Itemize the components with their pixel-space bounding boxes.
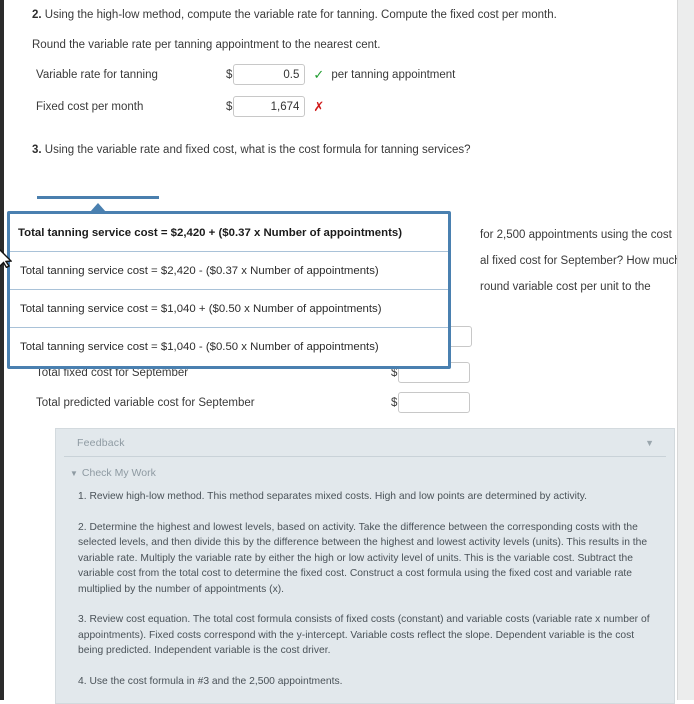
fixed-cost-currency: $ <box>226 100 233 113</box>
question-3-number: 3. <box>32 144 42 156</box>
fixed-cost-label: Fixed cost per month <box>36 100 144 113</box>
feedback-paragraph-1: 1. Review high-low method. This method s… <box>78 491 587 502</box>
question-2-line-2: Round the variable rate per tanning appo… <box>32 39 381 51</box>
formula-option-2[interactable]: Total tanning service cost = $2,420 - ($… <box>10 252 448 290</box>
total-predicted-variable-cost-september-row: Total predicted variable cost for Septem… <box>36 392 471 413</box>
chevron-down-icon[interactable]: ▼ <box>645 438 654 448</box>
feedback-title: Feedback <box>77 437 125 449</box>
total-predicted-variable-cost-september-input[interactable] <box>398 392 471 413</box>
feedback-paragraph-2: 2. Determine the highest and lowest leve… <box>78 521 648 595</box>
formula-option-3[interactable]: Total tanning service cost = $1,040 + ($… <box>10 290 448 328</box>
question-2-block: 2. Using the high-low method, compute th… <box>32 4 657 56</box>
question-2-number: 2. <box>32 9 42 21</box>
fixed-cost-incorrect-icon: ✗ <box>313 98 325 114</box>
formula-select-collapsed-bar[interactable] <box>37 196 159 199</box>
question-2-text-line-1: Using the high-low method, compute the v… <box>44 9 557 21</box>
formula-select-dropdown[interactable]: Total tanning service cost = $2,420 + ($… <box>7 211 451 369</box>
question-3-text: Using the variable rate and fixed cost, … <box>44 144 471 156</box>
variable-rate-currency: $ <box>226 68 233 81</box>
variable-rate-label: Variable rate for tanning <box>36 68 158 81</box>
feedback-header[interactable]: Feedback ▼ <box>64 429 666 457</box>
variable-rate-correct-icon: ✓ <box>313 66 325 82</box>
question-2-line-1: 2. Using the high-low method, compute th… <box>32 4 657 26</box>
variable-rate-suffix: per tanning appointment <box>331 68 456 81</box>
formula-option-1[interactable]: Total tanning service cost = $2,420 + ($… <box>10 214 448 252</box>
total-predicted-variable-cost-september-currency: $ <box>391 396 398 409</box>
feedback-panel: Feedback ▼ ▼ Check My Work 1. Review high… <box>55 428 675 704</box>
total-predicted-variable-cost-september-label: Total predicted variable cost for Septem… <box>36 396 255 409</box>
triangle-down-icon: ▼ <box>70 469 78 478</box>
formula-option-4[interactable]: Total tanning service cost = $1,040 - ($… <box>10 328 448 366</box>
assignment-page: 2. Using the high-low method, compute th… <box>0 0 677 704</box>
mouse-cursor-icon <box>0 249 12 268</box>
fixed-cost-row: Fixed cost per month $ ✗ <box>36 96 324 117</box>
check-my-work-label: Check My Work <box>81 467 156 479</box>
feedback-paragraph-4: 4. Use the cost formula in #3 and the 2,… <box>78 675 343 687</box>
question-3-block: 3. Using the variable rate and fixed cos… <box>32 139 657 161</box>
check-my-work-toggle[interactable]: ▼ Check My Work <box>56 457 674 483</box>
feedback-body: 1. Review high-low method. This method s… <box>56 483 674 703</box>
fixed-cost-input[interactable] <box>233 96 306 117</box>
page-right-gutter <box>677 0 694 700</box>
variable-rate-row: Variable rate for tanning $ ✓ per tannin… <box>36 64 455 85</box>
feedback-paragraph-3: 3. Review cost equation. The total cost … <box>78 614 650 656</box>
variable-rate-input[interactable] <box>233 64 306 85</box>
